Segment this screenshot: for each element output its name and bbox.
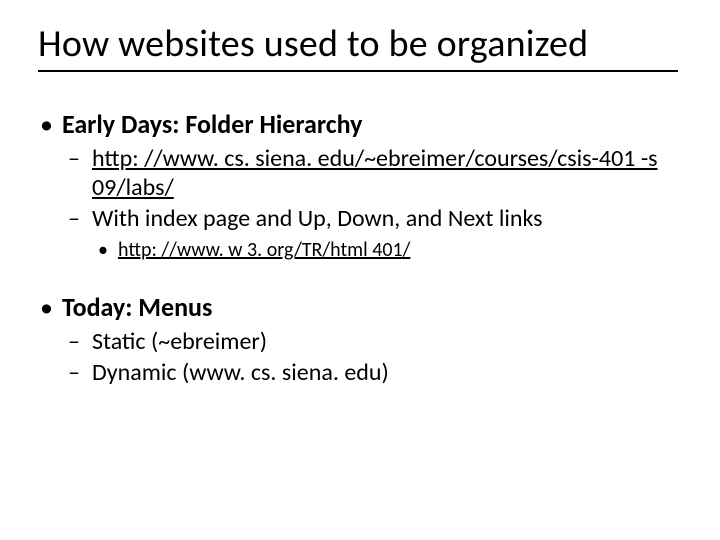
list-item: Dynamic (www. cs. siena. edu): [62, 358, 682, 387]
list-item: http: //www. w 3. org/TR/html 401/: [92, 238, 682, 263]
list-item: Static (~ebreimer): [62, 327, 682, 356]
section-today-menus: Today: Menus Static (~ebreimer) Dynamic …: [38, 291, 682, 388]
slide: How websites used to be organized Early …: [0, 0, 720, 540]
title-underline: [38, 70, 678, 72]
link-w3-html401[interactable]: http: //www. w 3. org/TR/html 401/: [118, 238, 410, 262]
bullet-list-lvl2: http: //www. cs. siena. edu/~ebreimer/co…: [62, 144, 682, 263]
bullet-list-lvl1: Early Days: Folder Hierarchy http: //www…: [38, 108, 682, 387]
section-heading: Early Days: Folder Hierarchy: [62, 108, 362, 140]
section-early-days: Early Days: Folder Hierarchy http: //www…: [38, 108, 682, 263]
list-item: http: //www. cs. siena. edu/~ebreimer/co…: [62, 144, 682, 203]
link-siena-course[interactable]: http: //www. cs. siena. edu/~ebreimer/co…: [92, 144, 658, 202]
bullet-list-lvl3: http: //www. w 3. org/TR/html 401/: [92, 238, 682, 263]
list-item-text: Static (~ebreimer): [92, 327, 267, 356]
list-item-text: Dynamic (www. cs. siena. edu): [92, 358, 389, 387]
list-item-text: With index page and Up, Down, and Next l…: [92, 204, 543, 233]
section-heading: Today: Menus: [62, 291, 212, 323]
list-item: With index page and Up, Down, and Next l…: [62, 204, 682, 262]
bullet-list-lvl2: Static (~ebreimer) Dynamic (www. cs. sie…: [62, 327, 682, 388]
slide-title: How websites used to be organized: [38, 24, 682, 66]
